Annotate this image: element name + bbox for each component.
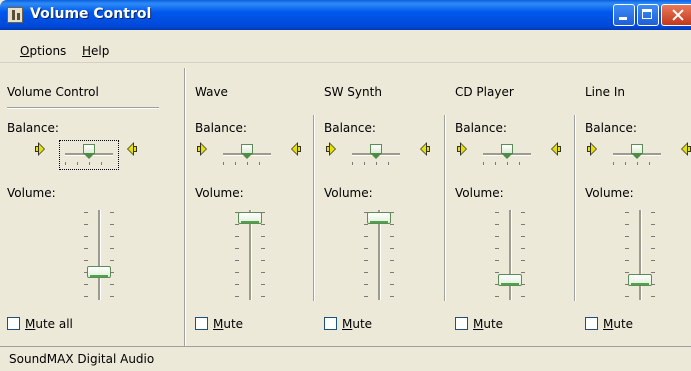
channel-rule — [7, 107, 159, 109]
channel-line-in: Line In Balance: Volume: Mute — [585, 63, 691, 350]
checkbox-box[interactable] — [585, 317, 598, 330]
volume-slider[interactable] — [364, 208, 394, 303]
volume-thumb[interactable] — [238, 212, 262, 224]
status-bar: SoundMAX Digital Audio — [0, 346, 691, 371]
status-text: SoundMAX Digital Audio — [9, 352, 155, 366]
balance-thumb[interactable] — [241, 144, 253, 160]
right-speaker-icon — [549, 142, 561, 156]
volume-slider[interactable] — [235, 208, 265, 303]
mixer-channels: Volume Control Balance: Volume: Mute all… — [0, 63, 691, 350]
volume-thumb[interactable] — [87, 266, 111, 278]
volume-control-window: Volume Control Options Help Volume Contr… — [0, 0, 691, 371]
volume-thumb[interactable] — [498, 274, 522, 286]
balance-slider[interactable] — [348, 142, 404, 168]
balance-thumb[interactable] — [83, 144, 95, 160]
mute-checkbox[interactable]: Mute — [455, 317, 503, 331]
balance-label: Balance: — [455, 121, 507, 135]
volume-slider[interactable] — [625, 208, 655, 303]
mute-rest: ute — [223, 317, 244, 331]
right-speaker-icon — [125, 142, 137, 156]
checkbox-box[interactable] — [195, 317, 208, 330]
channel-cd-player: CD Player Balance: Volume: Mute — [455, 63, 573, 350]
mute-checkbox[interactable]: Mute — [585, 317, 633, 331]
menu-help-rest: elp — [91, 44, 110, 58]
maximize-button[interactable] — [637, 4, 659, 26]
volume-thumb[interactable] — [367, 212, 391, 224]
mute-checkbox[interactable]: Mute — [195, 317, 243, 331]
balance-label: Balance: — [585, 121, 637, 135]
left-speaker-icon — [457, 142, 469, 156]
channel-name: Line In — [585, 85, 625, 99]
left-speaker-icon — [35, 142, 47, 156]
menu-bar: Options Help — [0, 30, 691, 63]
channel-sw-synth: SW Synth Balance: Volume: Mute — [324, 63, 442, 350]
right-speaker-icon — [289, 142, 301, 156]
balance-thumb[interactable] — [370, 144, 382, 160]
mute-checkbox[interactable]: Mute — [324, 317, 372, 331]
balance-slider[interactable] — [219, 142, 275, 168]
channel-name: Wave — [195, 85, 228, 99]
mute-rest: ute — [613, 317, 634, 331]
minimize-button[interactable] — [613, 4, 635, 26]
mute-all-checkbox[interactable]: Mute all — [7, 317, 73, 331]
balance-thumb[interactable] — [631, 144, 643, 160]
volume-slider[interactable] — [84, 208, 114, 303]
channel-divider — [444, 115, 446, 301]
channel-divider — [313, 115, 315, 301]
window-title: Volume Control — [30, 6, 152, 22]
channel-name: CD Player — [455, 85, 514, 99]
right-speaker-icon — [679, 142, 691, 156]
channel-wave: Wave Balance: Volume: Mute — [195, 63, 313, 350]
balance-slider[interactable] — [609, 142, 665, 168]
channel-divider — [574, 115, 576, 301]
menu-options-rest: ptions — [29, 44, 67, 58]
balance-label: Balance: — [324, 121, 376, 135]
volume-label: Volume: — [324, 186, 373, 200]
volume-thumb[interactable] — [628, 274, 652, 286]
mute-rest: ute — [483, 317, 504, 331]
checkbox-box[interactable] — [324, 317, 337, 330]
volume-label: Volume: — [455, 186, 504, 200]
channel-name: SW Synth — [324, 85, 382, 99]
menu-help[interactable]: Help — [82, 44, 109, 58]
balance-slider[interactable] — [479, 142, 535, 168]
left-speaker-icon — [197, 142, 209, 156]
left-speaker-icon — [326, 142, 338, 156]
left-speaker-icon — [587, 142, 599, 156]
volume-label: Volume: — [195, 186, 244, 200]
right-speaker-icon — [418, 142, 430, 156]
balance-thumb[interactable] — [501, 144, 513, 160]
close-button[interactable] — [661, 4, 691, 26]
balance-label: Balance: — [7, 121, 59, 135]
master-divider — [184, 68, 186, 346]
channel-volume-control: Volume Control Balance: Volume: Mute all — [7, 63, 177, 350]
volume-app-icon — [7, 7, 23, 23]
menu-options[interactable]: Options — [20, 44, 66, 58]
volume-slider[interactable] — [495, 208, 525, 303]
balance-label: Balance: — [195, 121, 247, 135]
mute-rest: ute — [352, 317, 373, 331]
title-bar[interactable]: Volume Control — [0, 0, 691, 30]
mute-all-rest: ute all — [35, 317, 73, 331]
balance-slider[interactable] — [59, 140, 119, 170]
channel-name: Volume Control — [7, 85, 99, 99]
checkbox-box[interactable] — [455, 317, 468, 330]
volume-label: Volume: — [585, 186, 634, 200]
volume-label: Volume: — [7, 186, 56, 200]
checkbox-box[interactable] — [7, 317, 20, 330]
